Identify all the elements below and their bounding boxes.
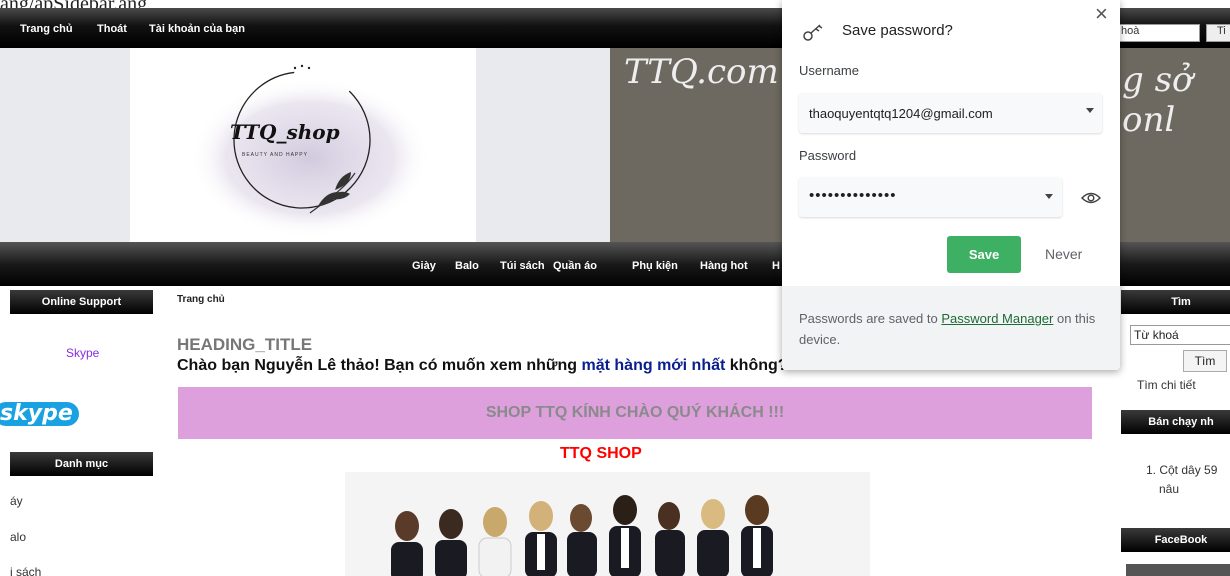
breadcrumb[interactable]: Trang chủ — [177, 294, 225, 305]
page-heading: HEADING_TITLE — [177, 335, 313, 354]
skype-logo-icon[interactable]: skype — [0, 401, 79, 426]
advanced-search-link[interactable]: Tìm chi tiết — [1137, 378, 1196, 392]
danh-muc-header: Danh mục — [10, 452, 153, 476]
key-icon — [803, 24, 823, 41]
bestseller-item-line2: nâu — [1159, 482, 1180, 496]
logo-text: TTQ_shop — [230, 120, 340, 144]
password-dropdown-icon[interactable] — [1045, 194, 1053, 199]
facebook-header: FaceBook — [1121, 528, 1230, 552]
username-dropdown-icon[interactable] — [1086, 108, 1094, 113]
top-search-input[interactable]: hoà — [1117, 24, 1200, 42]
shop-title: TTQ SHOP — [560, 445, 642, 462]
shop-welcome-banner: SHOP TTQ KÍNH CHÀO QUÝ KHÁCH !!! — [178, 387, 1092, 439]
save-button[interactable]: Save — [947, 236, 1021, 273]
username-label: Username — [799, 63, 859, 78]
save-password-dialog: Save password? × Username thaoquyentqtq1… — [782, 0, 1120, 370]
top-search-button[interactable]: Ti — [1206, 24, 1230, 42]
footer-text: Passwords are saved to Password Manager … — [799, 308, 1105, 350]
category-quan-ao[interactable]: Quần áo — [553, 260, 597, 272]
banner-script-right: g sở onl — [1122, 60, 1193, 140]
category-tui-sach[interactable]: Túi sách — [500, 260, 545, 272]
category-phu-kien[interactable]: Phụ kiện — [632, 260, 678, 272]
welcome-prefix: Chào bạn Nguyễn Lê thảo! Bạn có muốn xem… — [177, 357, 582, 374]
topnav-home-link[interactable]: Trang chủ — [20, 23, 73, 35]
search-button[interactable]: Tìm — [1183, 350, 1227, 372]
password-value: •••••••••••••• — [809, 187, 897, 204]
banner-script-left: TTQ.com — [624, 52, 779, 92]
dialog-footer: Passwords are saved to Password Manager … — [782, 286, 1120, 370]
shop-logo[interactable]: TTQ_shop BEAUTY AND HAPPY — [130, 48, 476, 242]
logo-tagline: BEAUTY AND HAPPY — [242, 152, 308, 158]
category-more[interactable]: H — [772, 260, 780, 272]
topnav-account-link[interactable]: Tài khoản của bạn — [149, 23, 245, 35]
staff-photo — [345, 472, 870, 576]
category-balo[interactable]: Balo — [455, 260, 479, 272]
password-label: Password — [799, 148, 857, 163]
close-icon[interactable]: × — [1095, 1, 1108, 27]
footer-prefix: Passwords are saved to — [799, 311, 942, 326]
topnav-logout-link[interactable]: Thoát — [97, 23, 127, 35]
logo-graphic — [190, 64, 430, 238]
username-value: thaoquyentqtq1204@gmail.com — [809, 106, 993, 121]
new-products-link[interactable]: mặt hàng mới nhất — [582, 357, 726, 374]
password-manager-link[interactable]: Password Manager — [941, 311, 1053, 326]
password-field[interactable]: •••••••••••••• — [799, 177, 1062, 217]
facebook-widget — [1126, 564, 1230, 576]
sidebar-item-giay[interactable]: áy — [10, 494, 23, 508]
bestseller-item-line1: 1. Cột dây 59 — [1146, 463, 1218, 477]
category-hang-hot[interactable]: Hàng hot — [700, 260, 748, 272]
never-button[interactable]: Never — [1045, 246, 1082, 262]
search-header: Tìm — [1121, 290, 1230, 314]
eye-icon[interactable] — [1081, 190, 1101, 206]
sidebar-item-balo[interactable]: alo — [10, 530, 26, 544]
username-field[interactable]: thaoquyentqtq1204@gmail.com — [799, 93, 1102, 133]
sidebar-item-tui-sach[interactable]: i sách — [10, 565, 41, 576]
dialog-title: Save password? — [842, 22, 953, 39]
bestseller-header: Bán chạy nh — [1121, 410, 1230, 434]
skype-link[interactable]: Skype — [66, 346, 99, 360]
welcome-text: Chào bạn Nguyễn Lê thảo! Bạn có muốn xem… — [177, 357, 788, 375]
keyword-input[interactable]: Từ khoá — [1130, 325, 1230, 345]
welcome-suffix: không? — [725, 357, 788, 374]
online-support-header: Online Support — [10, 290, 153, 314]
bestseller-item[interactable]: 1. Cột dây 59 nâu — [1146, 461, 1217, 499]
category-giay[interactable]: Giày — [412, 260, 436, 272]
